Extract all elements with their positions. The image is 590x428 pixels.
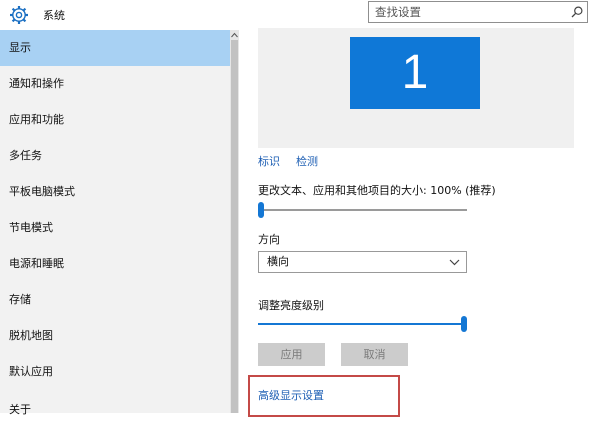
sidebar-scrollbar[interactable] (230, 30, 239, 413)
sidebar-item-notifications[interactable]: 通知和操作 (0, 66, 230, 102)
search-input[interactable] (375, 3, 555, 21)
sidebar-item-label: 通知和操作 (9, 77, 64, 90)
cancel-button[interactable]: 取消 (341, 343, 408, 366)
chevron-down-icon (449, 259, 460, 266)
scale-label: 更改文本、应用和其他项目的大小: 100% (推荐) (258, 184, 496, 197)
sidebar-item-default-apps[interactable]: 默认应用 (0, 354, 230, 390)
gear-icon (10, 6, 28, 24)
sidebar: 显示 通知和操作 应用和功能 多任务 平板电脑模式 节电模式 电源和睡眠 存储 … (0, 30, 230, 416)
sidebar-item-apps[interactable]: 应用和功能 (0, 102, 230, 138)
sidebar-item-label: 脱机地图 (9, 329, 53, 342)
orientation-dropdown[interactable]: 横向 (258, 251, 467, 273)
sidebar-item-offline-maps[interactable]: 脱机地图 (0, 318, 230, 354)
apply-button[interactable]: 应用 (258, 343, 325, 366)
sidebar-item-label: 显示 (9, 41, 31, 54)
scrollbar-thumb[interactable] (231, 40, 238, 413)
brightness-slider[interactable] (258, 323, 467, 325)
sidebar-item-tablet-mode[interactable]: 平板电脑模式 (0, 174, 230, 210)
sidebar-item-label: 多任务 (9, 149, 42, 162)
display-preview: 1 (258, 28, 574, 148)
sidebar-item-label: 平板电脑模式 (9, 185, 75, 198)
brightness-slider-thumb[interactable] (461, 316, 467, 332)
sidebar-item-label: 默认应用 (9, 365, 53, 378)
sidebar-item-display[interactable]: 显示 (0, 30, 230, 66)
app-title: 系统 (43, 9, 65, 22)
brightness-slider-fill (258, 323, 467, 325)
orientation-label: 方向 (258, 233, 280, 246)
identify-link[interactable]: 标识 (258, 153, 280, 169)
detect-link[interactable]: 检测 (296, 153, 318, 169)
search-icon[interactable] (570, 5, 584, 19)
sidebar-item-about[interactable]: 关于 (0, 392, 230, 428)
sidebar-item-label: 存储 (9, 293, 31, 306)
sidebar-item-power-sleep[interactable]: 电源和睡眠 (0, 246, 230, 282)
brightness-label: 调整亮度级别 (258, 299, 324, 312)
sidebar-item-label: 节电模式 (9, 221, 53, 234)
scroll-up-arrow-icon[interactable] (230, 31, 239, 39)
sidebar-item-battery-saver[interactable]: 节电模式 (0, 210, 230, 246)
search-box[interactable] (368, 1, 588, 23)
advanced-display-settings-link[interactable]: 高级显示设置 (258, 387, 324, 403)
sidebar-item-storage[interactable]: 存储 (0, 282, 230, 318)
sidebar-item-multitasking[interactable]: 多任务 (0, 138, 230, 174)
orientation-value: 横向 (267, 255, 289, 268)
sidebar-item-label: 电源和睡眠 (9, 257, 64, 270)
sidebar-item-label: 关于 (9, 403, 31, 416)
scale-slider[interactable] (258, 209, 467, 211)
monitor-tile[interactable]: 1 (350, 37, 480, 109)
sidebar-item-label: 应用和功能 (9, 113, 64, 126)
scale-slider-thumb[interactable] (258, 202, 264, 218)
title-bar: 系统 (0, 0, 590, 30)
